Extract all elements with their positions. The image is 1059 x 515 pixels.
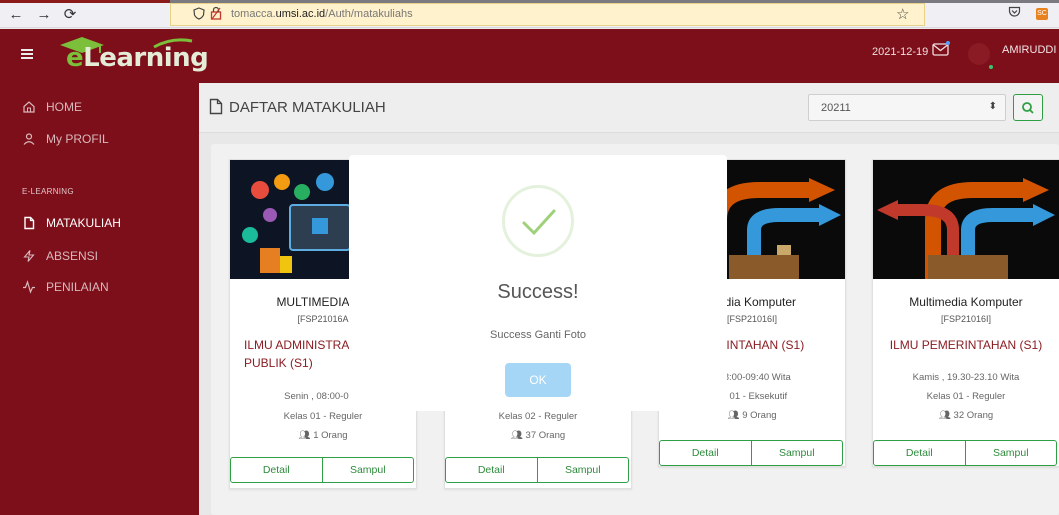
bolt-icon (22, 249, 36, 263)
user-icon (22, 132, 36, 146)
search-icon (1022, 102, 1034, 114)
bookmark-star-icon[interactable]: ☆ (896, 5, 909, 23)
current-date: 2021-12-19 (872, 46, 929, 58)
reload-icon[interactable]: ⟳ (62, 7, 78, 22)
sidebar-item-label: PENILAIAN (46, 280, 109, 294)
sidebar-item-label: MATAKULIAH (46, 216, 121, 230)
detail-button[interactable]: Detail (446, 458, 537, 482)
course-participants: 👥︎ 9 Orang (665, 410, 839, 421)
file-icon (209, 98, 223, 115)
url-domain: umsi.ac.id (275, 8, 326, 20)
semester-select[interactable]: 20211 ⬍ (808, 94, 1006, 121)
course-class: Kelas 01 - Reguler (283, 411, 363, 422)
dialog-title: Success! (497, 281, 579, 303)
forward-icon[interactable]: → (36, 7, 52, 22)
detail-button[interactable]: Detail (874, 441, 965, 465)
sidebar-item-penilaian[interactable]: PENILAIAN (22, 279, 109, 295)
course-code: [FSP21016I] (940, 314, 992, 324)
participants-count: 37 Orang (525, 430, 566, 441)
browser-toolbar: ← → ⟳ tomacca.umsi.ac.id/Auth/matakuliah… (0, 0, 1059, 28)
sampul-button[interactable]: Sampul (750, 441, 843, 465)
url-path: /Auth/matakuliahs (325, 8, 413, 20)
url-host: tomacca. (231, 8, 276, 20)
lock-icon[interactable] (210, 6, 222, 20)
course-participants: 👥︎ 1 Orang (236, 430, 410, 441)
course-schedule: Kamis , 19.30-23.10 Wita (912, 372, 1020, 383)
sidebar-item-label: My PROFIL (46, 132, 109, 146)
app-header: eLearning 2021-12-19 AMIRUDDI (0, 29, 1059, 83)
course-prodi: ILMU PEMERINTAHAN (S1) (889, 338, 1043, 352)
avatar[interactable] (968, 43, 990, 65)
detail-button[interactable]: Detail (660, 441, 751, 465)
dialog-message: Success Ganti Foto (490, 329, 586, 341)
sampul-button[interactable]: Sampul (321, 458, 414, 482)
elearning-logo[interactable]: eLearning (52, 35, 212, 77)
ok-button[interactable]: OK (505, 363, 571, 397)
logo-text: eLearning (66, 43, 209, 73)
page-title: DAFTAR MATAKULIAH (229, 99, 386, 116)
mail-icon[interactable] (932, 43, 949, 56)
online-status-dot (989, 65, 993, 69)
file-icon (22, 216, 36, 230)
select-arrows-icon: ⬍ (988, 101, 997, 112)
user-name[interactable]: AMIRUDDI (1002, 44, 1056, 56)
extension-icon[interactable]: SC (1036, 8, 1048, 20)
course-card: Multimedia Komputer [FSP21016I] ILMU PEM… (872, 159, 1059, 467)
course-title: Multimedia Komputer (909, 295, 1023, 309)
menu-toggle-icon[interactable] (21, 49, 33, 59)
logo-e: e (66, 43, 84, 73)
content-header: DAFTAR MATAKULIAH 20211 ⬍ (199, 83, 1059, 133)
success-dialog: Success! Success Ganti Foto OK (349, 155, 727, 411)
sampul-button[interactable]: Sampul (964, 441, 1057, 465)
pocket-icon[interactable] (1008, 6, 1021, 21)
search-button[interactable] (1013, 94, 1043, 121)
card-actions: Detail Sampul (659, 440, 843, 466)
card-actions: Detail Sampul (230, 457, 414, 483)
participants-count: 9 Orang (742, 410, 777, 421)
semester-value: 20211 (821, 102, 851, 114)
checkmark-icon (522, 209, 556, 236)
sidebar-item-label: ABSENSI (46, 249, 99, 263)
sidebar-item-matakuliah[interactable]: MATAKULIAH (22, 215, 121, 231)
course-participants: 👥︎ 37 Orang (451, 430, 625, 441)
active-tab-indicator (0, 0, 170, 3)
users-icon: 👥︎ (510, 430, 526, 441)
sidebar-section-label: E-LEARNING (22, 187, 74, 196)
logo-word: Learning (83, 43, 209, 73)
users-icon: 👥︎ (727, 410, 743, 421)
users-icon: 👥︎ (938, 410, 954, 421)
notification-dot (946, 41, 950, 45)
card-actions: Detail Sampul (873, 440, 1057, 466)
home-icon (22, 100, 36, 114)
sidebar: HOME My PROFIL E-LEARNING MATAKULIAH ABS… (0, 83, 199, 515)
course-cover-image (873, 160, 1059, 279)
course-class: Kelas 02 - Reguler (498, 411, 578, 422)
sidebar-item-absensi[interactable]: ABSENSI (22, 248, 98, 264)
url-text[interactable]: tomacca.umsi.ac.id/Auth/matakuliahs (231, 8, 413, 20)
users-icon: 👥︎ (298, 430, 314, 441)
activity-icon (22, 280, 36, 294)
sidebar-item-profil[interactable]: My PROFIL (22, 131, 109, 147)
back-icon[interactable]: ← (8, 7, 24, 22)
sampul-button[interactable]: Sampul (536, 458, 629, 482)
participants-count: 1 Orang (313, 430, 348, 441)
course-class: Kelas 01 - Reguler (926, 391, 1006, 402)
sidebar-item-home[interactable]: HOME (22, 99, 82, 115)
shield-icon[interactable] (193, 7, 205, 23)
participants-count: 32 Orang (953, 410, 994, 421)
card-actions: Detail Sampul (445, 457, 629, 483)
sidebar-item-label: HOME (46, 100, 82, 114)
course-participants: 👥︎ 32 Orang (879, 410, 1053, 421)
detail-button[interactable]: Detail (231, 458, 322, 482)
